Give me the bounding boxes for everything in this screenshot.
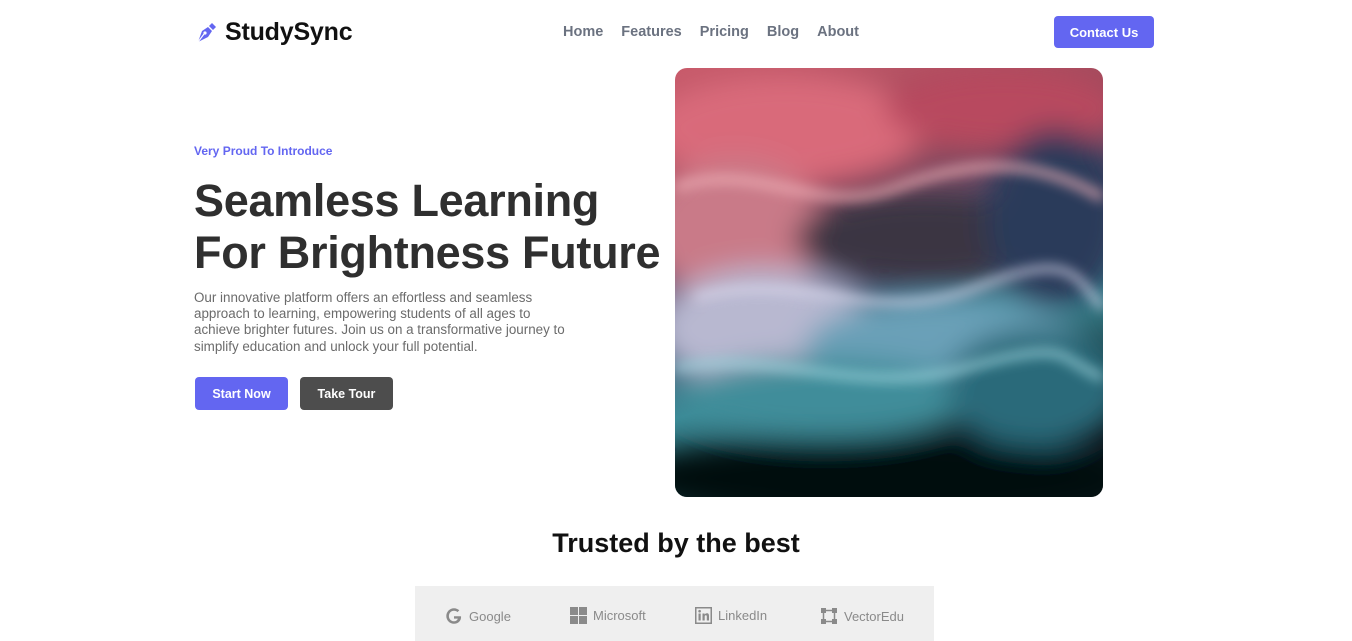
nav-blog[interactable]: Blog (767, 24, 799, 40)
contact-us-button[interactable]: Contact Us (1054, 16, 1154, 48)
hero-eyebrow: Very Proud To Introduce (194, 144, 333, 158)
google-icon (446, 608, 462, 624)
start-now-button[interactable]: Start Now (195, 377, 288, 410)
brand-name: StudySync (225, 18, 353, 46)
nav-home[interactable]: Home (563, 24, 603, 40)
hero-image (675, 68, 1103, 497)
nav-about[interactable]: About (817, 24, 859, 40)
logo-vectoredu-label: VectorEdu (844, 608, 904, 624)
logo-vectoredu: VectorEdu (820, 607, 904, 625)
microsoft-icon (570, 607, 587, 624)
trusted-logos-strip: Google Microsoft LinkedIn VectorEdu (415, 586, 934, 641)
logo-google: Google (445, 607, 511, 625)
vector-icon (821, 608, 837, 624)
hero-headline-line1: Seamless Learning (194, 175, 600, 226)
logo-google-label: Google (469, 608, 511, 624)
nav-pricing[interactable]: Pricing (700, 24, 749, 40)
logo-microsoft: Microsoft (570, 607, 646, 624)
brand-logo[interactable]: StudySync (194, 18, 353, 47)
main-menu: Home Features Pricing Blog About (563, 24, 877, 40)
hero-headline: Seamless Learning For Brightness Future (194, 175, 664, 279)
hero-description: Our innovative platform offers an effort… (194, 290, 565, 354)
nav-features[interactable]: Features (621, 24, 681, 40)
take-tour-button[interactable]: Take Tour (300, 377, 393, 410)
navbar: StudySync Home Features Pricing Blog Abo… (0, 0, 1352, 64)
hero-headline-line2: For Brightness Future (194, 227, 661, 278)
logo-linkedin-label: LinkedIn (718, 608, 768, 623)
linkedin-icon (695, 607, 712, 624)
logo-linkedin: LinkedIn (695, 607, 767, 624)
trusted-title: Trusted by the best (552, 528, 800, 558)
pen-nib-icon (197, 22, 216, 42)
logo-microsoft-label: Microsoft (593, 608, 646, 623)
